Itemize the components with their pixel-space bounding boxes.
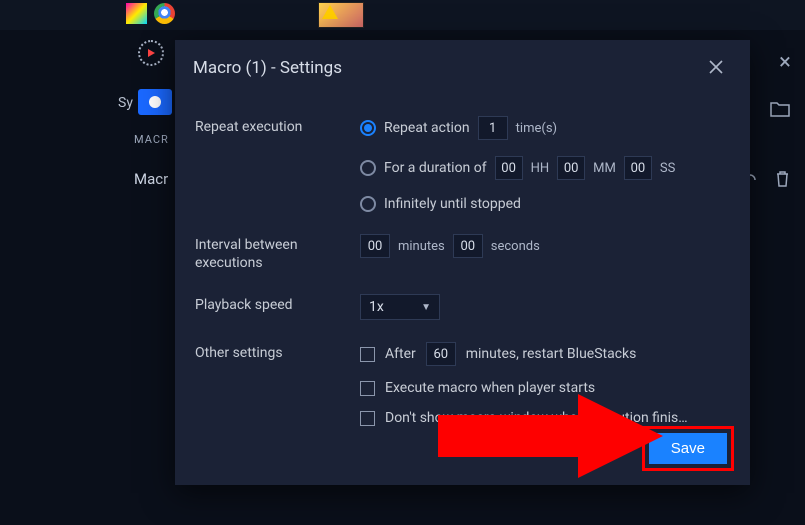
select-value: 1x bbox=[369, 299, 384, 315]
row-playback-speed: Playback speed 1x ▼ bbox=[195, 294, 730, 320]
select-playback-speed[interactable]: 1x ▼ bbox=[360, 294, 440, 320]
row-interval: Interval between executions 00 minutes 0… bbox=[195, 234, 730, 272]
save-highlight-box: Save bbox=[642, 426, 734, 471]
option-repeat-action[interactable]: Repeat action 1 time(s) bbox=[360, 116, 730, 140]
text-execute-on-start: Execute macro when player starts bbox=[385, 380, 595, 396]
label-mm: MM bbox=[593, 161, 616, 176]
text-infinite: Infinitely until stopped bbox=[384, 196, 521, 212]
radio-repeat-action[interactable] bbox=[360, 120, 376, 136]
dialog-title: Macro (1) - Settings bbox=[193, 58, 342, 78]
row-other-settings: Other settings After 60 minutes, restart… bbox=[195, 342, 730, 426]
bg-label-sy: Sy bbox=[118, 95, 133, 111]
taskbar bbox=[0, 0, 805, 30]
outer-close-button[interactable]: × bbox=[770, 50, 800, 75]
controls-interval: 00 minutes 00 seconds bbox=[360, 234, 730, 258]
unit-times: time(s) bbox=[516, 121, 557, 136]
label-other-settings: Other settings bbox=[195, 342, 360, 362]
option-infinite[interactable]: Infinitely until stopped bbox=[360, 196, 730, 212]
dialog-header: Macro (1) - Settings bbox=[175, 40, 750, 90]
unit-seconds: seconds bbox=[491, 239, 540, 254]
label-repeat-execution: Repeat execution bbox=[195, 116, 360, 136]
app-icon-gallery[interactable] bbox=[126, 3, 147, 24]
record-indicator-icon bbox=[149, 96, 161, 108]
option-restart-after[interactable]: After 60 minutes, restart BlueStacks bbox=[360, 342, 730, 366]
label-interval: Interval between executions bbox=[195, 234, 360, 272]
macro-record-icon[interactable] bbox=[138, 40, 164, 66]
input-restart-minutes[interactable]: 60 bbox=[426, 342, 456, 366]
label-ss: SS bbox=[660, 161, 675, 176]
bg-macro-title: Macr bbox=[134, 170, 168, 188]
option-execute-on-start[interactable]: Execute macro when player starts bbox=[360, 380, 730, 396]
input-minutes[interactable]: 00 bbox=[557, 156, 585, 180]
app-icon-chrome[interactable] bbox=[154, 3, 175, 24]
input-interval-minutes[interactable]: 00 bbox=[360, 234, 390, 258]
checkbox-hide-window[interactable] bbox=[360, 411, 375, 426]
close-button[interactable] bbox=[700, 54, 732, 82]
input-seconds[interactable]: 00 bbox=[624, 156, 652, 180]
settings-form: Repeat execution Repeat action 1 time(s)… bbox=[175, 90, 750, 440]
macro-settings-dialog: Macro (1) - Settings Repeat execution Re… bbox=[175, 40, 750, 485]
warning-triangle-icon bbox=[322, 5, 338, 19]
radio-infinite[interactable] bbox=[360, 196, 376, 212]
bg-active-tab[interactable] bbox=[138, 89, 172, 115]
row-repeat-execution: Repeat execution Repeat action 1 time(s)… bbox=[195, 116, 730, 212]
folder-icon[interactable] bbox=[770, 101, 790, 121]
radio-duration[interactable] bbox=[360, 160, 376, 176]
checkbox-execute-on-start[interactable] bbox=[360, 381, 375, 396]
input-interval-seconds[interactable]: 00 bbox=[453, 234, 483, 258]
save-button[interactable]: Save bbox=[649, 433, 727, 464]
close-icon bbox=[708, 59, 724, 75]
text-restart-post: minutes, restart BlueStacks bbox=[466, 346, 637, 362]
text-hide-window: Don't show macro window when execution f… bbox=[385, 410, 688, 426]
option-duration[interactable]: For a duration of 00 HH 00 MM 00 SS bbox=[360, 156, 730, 180]
input-hours[interactable]: 00 bbox=[495, 156, 523, 180]
checkbox-restart-after[interactable] bbox=[360, 347, 375, 362]
option-hide-window[interactable]: Don't show macro window when execution f… bbox=[360, 410, 730, 426]
chevron-down-icon: ▼ bbox=[421, 302, 431, 313]
unit-minutes: minutes bbox=[398, 239, 445, 254]
label-hh: HH bbox=[531, 161, 550, 176]
text-repeat-action: Repeat action bbox=[384, 120, 470, 136]
label-playback-speed: Playback speed bbox=[195, 294, 360, 314]
bg-section-label: MACR bbox=[134, 133, 169, 146]
delete-icon[interactable] bbox=[775, 170, 790, 191]
text-after: After bbox=[385, 346, 416, 362]
text-duration: For a duration of bbox=[384, 160, 487, 176]
input-repeat-times[interactable]: 1 bbox=[478, 116, 508, 140]
